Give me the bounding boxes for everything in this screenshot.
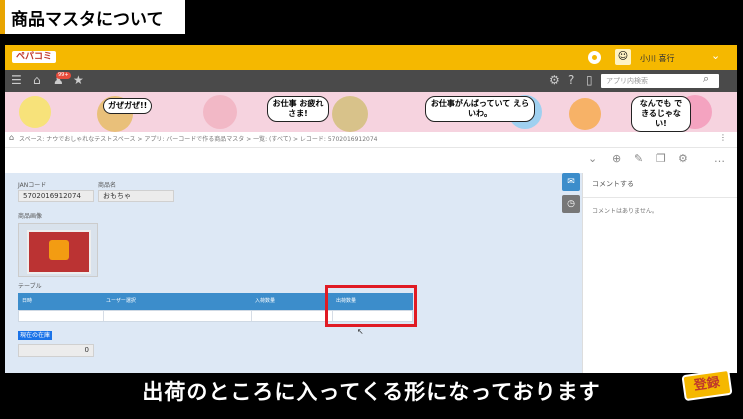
top-header: ペパコミ ☺ 小川 喜行 ⌄ [5, 45, 737, 70]
table-label: テーブル [18, 283, 42, 290]
more-options-icon[interactable]: … [714, 152, 725, 165]
gear-icon[interactable]: ⚙ [549, 73, 560, 87]
home-icon[interactable]: ⌂ [9, 133, 14, 142]
history-tab-icon[interactable]: ◷ [562, 195, 580, 213]
banner-bubble: お仕事 お疲れさま! [267, 96, 329, 122]
product-name-label: 商品名 [98, 182, 117, 189]
mobile-icon[interactable]: ▯ [586, 73, 593, 87]
breadcrumb-item-view[interactable]: 一覧: (すべて) [253, 136, 291, 143]
settings-gear-icon[interactable]: ⚙ [678, 152, 688, 165]
banner-bubble: お仕事がんばっていて えらいわ。 [425, 96, 535, 122]
user-avatar[interactable]: ☺ [615, 49, 631, 65]
title-accent-bar [0, 0, 5, 34]
chevron-down-icon[interactable]: ⌄ [588, 152, 597, 165]
breadcrumb-trail: スペース: ナウでおしゃれなテストスペース > アプリ: バーコードで作る商品マ… [19, 136, 378, 143]
video-subtitle: 出荷のところに入ってくる形になっております [142, 380, 601, 404]
notification-circle-icon[interactable] [588, 51, 601, 64]
notification-badge: 99+ [56, 72, 71, 79]
column-header: 入荷数量 [255, 298, 276, 304]
breadcrumb-item-record: レコード: 5702016912074 [299, 136, 378, 143]
comment-input[interactable]: コメントする [592, 179, 634, 189]
add-icon[interactable]: ⊕ [612, 152, 621, 165]
column-divider [251, 311, 252, 321]
product-image-label: 商品画像 [18, 213, 43, 220]
video-title-tag: 商品マスタについて [0, 0, 185, 34]
stock-label: 現在の在庫 [18, 331, 53, 340]
divider [583, 197, 737, 198]
product-image[interactable] [18, 223, 98, 277]
banner-bubble: ガぜガぜ!! [103, 98, 153, 114]
breadcrumb-item-app[interactable]: アプリ: バーコードで作る商品マスタ [144, 136, 244, 143]
search-icon[interactable]: ⌕ [703, 72, 709, 86]
breadcrumb: ⌂ スペース: ナウでおしゃれなテストスペース > アプリ: バーコードで作る商… [5, 132, 737, 148]
comments-panel: コメントする コメントはありません。 [582, 173, 737, 373]
header-banner: ガぜガぜ!! お仕事 お疲れさま! お仕事がんばっていて えらいわ。 なんでも … [5, 92, 737, 132]
column-divider [103, 311, 104, 321]
banner-bubble: なんでも できるじゃない! [631, 96, 691, 132]
product-name-value: おもちゃ [98, 190, 174, 202]
user-name[interactable]: 小川 喜行 [640, 53, 675, 64]
mouse-cursor-icon: ↖ [357, 327, 364, 336]
home-icon[interactable]: ⌂ [33, 73, 41, 87]
annotation-highlight-box [325, 285, 417, 327]
star-icon[interactable]: ★ [73, 73, 84, 87]
jan-code-value: 5702016912074 [18, 190, 94, 202]
no-comments-text: コメントはありません。 [592, 208, 658, 215]
app-logo[interactable]: ペパコミ [12, 51, 57, 63]
edit-icon[interactable]: ✎ [634, 152, 643, 165]
record-detail: JANコード 5702016912074 商品名 おもちゃ 商品画像 テーブル … [5, 173, 582, 373]
chevron-down-icon[interactable]: ⌄ [711, 49, 720, 62]
jan-code-label: JANコード [18, 182, 47, 189]
video-title: 商品マスタについて [11, 10, 164, 30]
app-search-input[interactable]: アプリ内検索 [601, 74, 719, 88]
menu-icon[interactable]: ☰ [11, 73, 22, 87]
help-icon[interactable]: ? [568, 73, 574, 87]
comment-tab-icon[interactable]: ✉ [562, 173, 580, 191]
column-header: ユーザー選択 [106, 298, 136, 304]
kintone-app-window: ペパコミ ☺ 小川 喜行 ⌄ ☰ ⌂ ♟ 99+ ★ ⚙ ? ▯ アプリ内検索 … [5, 45, 737, 373]
column-header: 日時 [22, 298, 33, 304]
copy-icon[interactable]: ❐ [656, 152, 666, 165]
more-icon[interactable]: ⋮ [719, 133, 727, 142]
product-photo [27, 230, 91, 274]
breadcrumb-item-space[interactable]: スペース: ナウでおしゃれなテストスペース [19, 136, 136, 143]
navigation-toolbar: ☰ ⌂ ♟ 99+ ★ ⚙ ? ▯ アプリ内検索 ⌕ [5, 70, 737, 92]
stock-value: 0 [18, 344, 94, 357]
